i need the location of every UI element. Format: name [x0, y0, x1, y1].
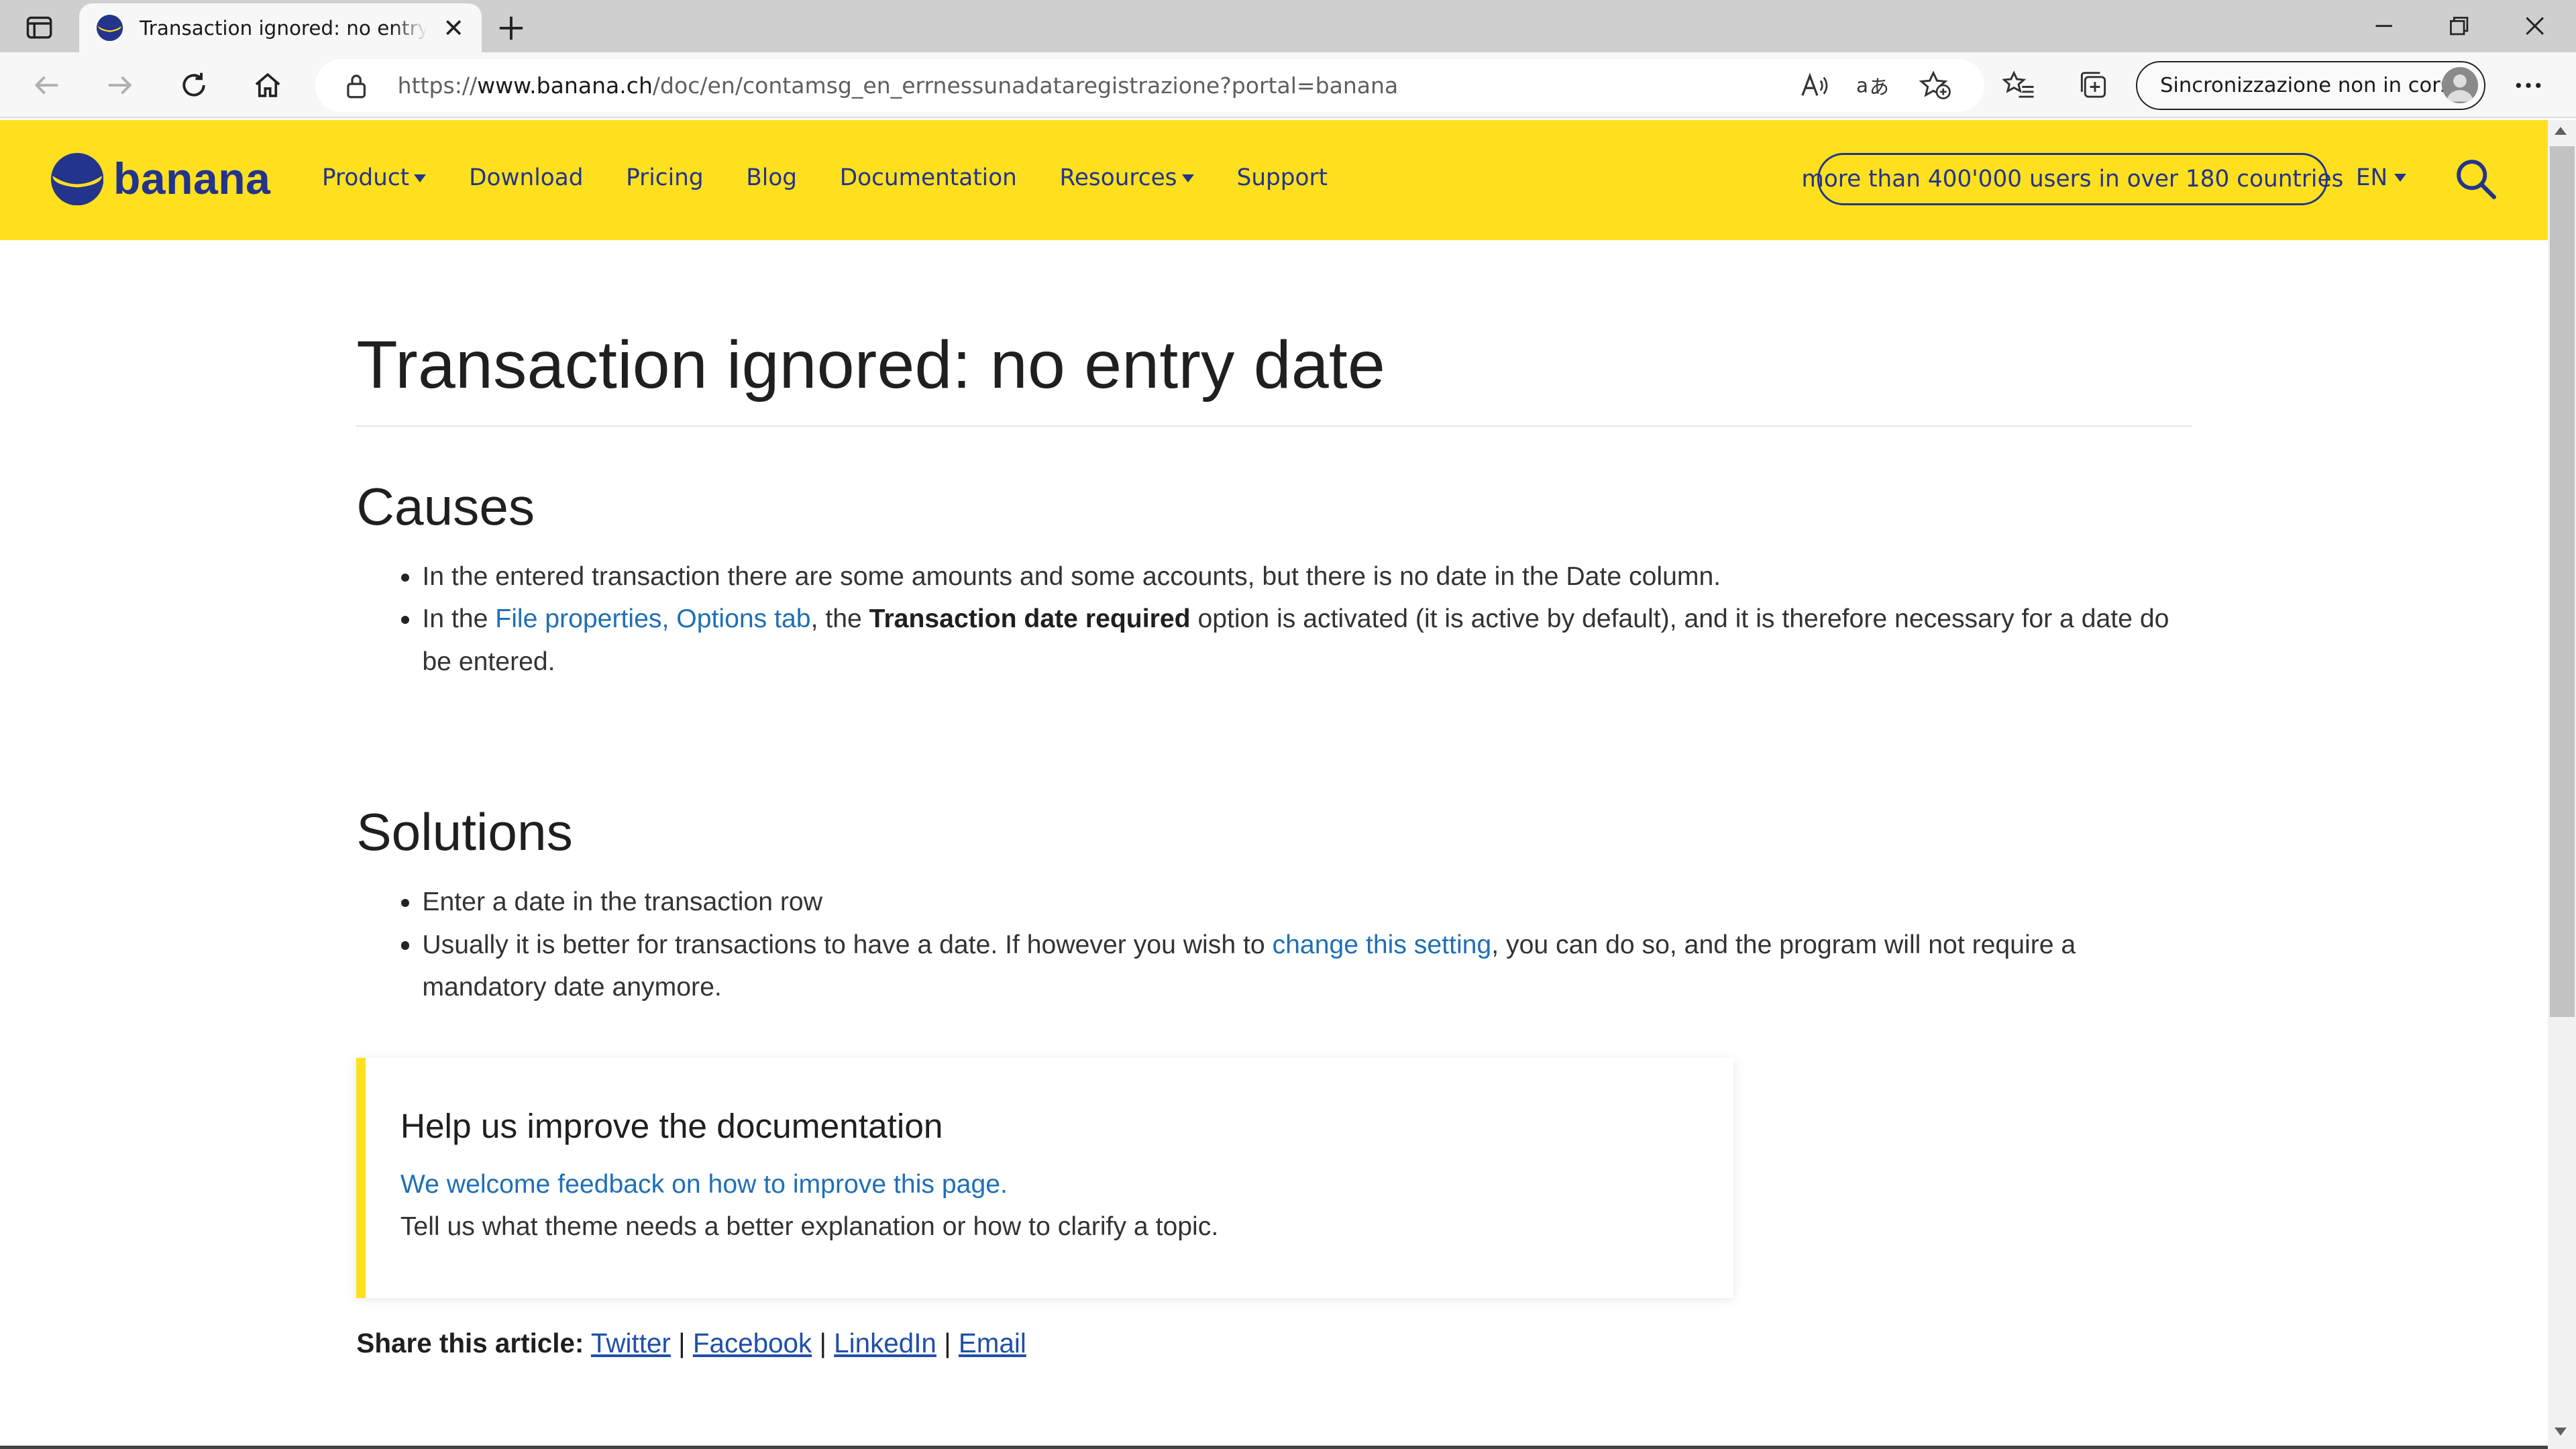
share-label: Share this article: [356, 1327, 584, 1358]
feedback-text: Tell us what theme needs a better explan… [400, 1212, 1219, 1242]
home-icon[interactable] [248, 66, 288, 105]
nav-resources-label: Resources [1059, 164, 1177, 191]
nav-documentation-label: Documentation [839, 164, 1017, 191]
page-title: Transaction ignored: no entry date [356, 327, 1386, 403]
scroll-down-icon[interactable] [2555, 1428, 2567, 1436]
solution-1-text: Enter a date in the transaction row [422, 887, 823, 916]
url-text[interactable]: https://www.banana.ch/doc/en/contamsg_en… [398, 72, 1399, 99]
refresh-icon[interactable] [174, 66, 214, 105]
svg-text:あ: あ [1870, 76, 1889, 99]
sync-status-button[interactable]: Sincronizzazione non in corso [2135, 60, 2486, 111]
tab-title: Transaction ignored: no entry date [140, 16, 427, 40]
share-separator: | [678, 1327, 686, 1358]
solution-2-text-start: Usually it is better for transactions to… [422, 930, 1273, 959]
browser-tab-active[interactable]: Transaction ignored: no entry date [78, 3, 482, 53]
nav-support[interactable]: Support [1237, 164, 1328, 191]
banana-logo[interactable]: banana [50, 152, 271, 206]
restore-icon[interactable] [2422, 0, 2498, 52]
nav-product[interactable]: Product [322, 164, 427, 191]
list-item: Usually it is better for transactions to… [400, 924, 2192, 1009]
lock-icon[interactable] [345, 72, 368, 99]
feedback-link[interactable]: We welcome feedback on how to improve th… [400, 1170, 1008, 1199]
article-content: Transaction ignored: no entry date Cause… [356, 240, 2192, 1009]
more-options-icon[interactable] [2510, 67, 2546, 103]
profile-avatar-icon [2441, 66, 2478, 103]
language-selector[interactable]: EN [2356, 164, 2406, 191]
search-icon[interactable] [2455, 158, 2498, 201]
nav-pricing[interactable]: Pricing [626, 164, 704, 191]
option-name: Transaction date required [869, 604, 1191, 634]
causes-list: In the entered transaction there are som… [400, 555, 2192, 684]
users-pill-button[interactable]: more than 400'000 users in over 180 coun… [1801, 152, 2343, 206]
cause-1-text: In the entered transaction there are som… [422, 561, 1721, 591]
nav-support-label: Support [1236, 164, 1328, 191]
nav-product-label: Product [322, 164, 410, 191]
share-email-link[interactable]: Email [959, 1328, 1026, 1358]
feedback-title: Help us improve the documentation [400, 1106, 943, 1146]
cause-2-text-start: In the [422, 604, 496, 634]
site-header: banana Product Download Pricing Blog Doc… [0, 119, 2548, 240]
list-item: In the entered transaction there are som… [400, 555, 2192, 598]
forward-icon[interactable] [100, 66, 140, 105]
new-tab-icon[interactable] [493, 10, 529, 46]
minimize-icon[interactable] [2346, 0, 2422, 52]
main-nav: Product Download Pricing Blog Documentat… [322, 164, 1371, 191]
translate-icon[interactable]: aあ [1856, 70, 1889, 100]
nav-download[interactable]: Download [469, 164, 583, 191]
language-label: EN [2355, 164, 2388, 191]
cause-2-text-mid: , the [810, 604, 869, 634]
banana-logo-icon [50, 152, 104, 206]
list-item: In the File properties, Options tab, the… [400, 598, 2192, 683]
svg-text:a: a [1856, 74, 1868, 97]
share-bar: Share this article: Twitter | Facebook |… [356, 1328, 1026, 1359]
share-separator: | [944, 1327, 951, 1358]
close-window-icon[interactable] [2497, 0, 2573, 52]
title-divider [356, 425, 2192, 427]
logo-text: banana [113, 154, 271, 204]
favorites-icon[interactable] [2001, 67, 2037, 103]
banana-favicon-icon [97, 15, 123, 42]
browser-toolbar: https://www.banana.ch/doc/en/contamsg_en… [0, 52, 2576, 119]
tab-actions-icon[interactable] [16, 10, 62, 46]
url-host: www.banana.ch [477, 72, 653, 99]
change-setting-link[interactable]: change this setting [1273, 930, 1492, 959]
share-separator: | [819, 1327, 826, 1358]
window-bottom-border [0, 1446, 2548, 1449]
share-facebook-link[interactable]: Facebook [693, 1328, 812, 1358]
read-aloud-icon[interactable] [1797, 70, 1830, 100]
chevron-down-icon [414, 174, 427, 182]
nav-blog-label: Blog [746, 164, 798, 191]
file-properties-link[interactable]: File properties, Options tab [495, 604, 810, 633]
nav-blog[interactable]: Blog [746, 164, 797, 191]
scroll-up-icon[interactable] [2555, 126, 2567, 135]
sync-label: Sincronizzazione non in corso [2159, 73, 2464, 97]
chevron-down-icon [1181, 174, 1194, 182]
causes-heading: Causes [356, 476, 535, 536]
feedback-box: Help us improve the documentation We wel… [356, 1058, 1733, 1298]
chevron-down-icon [2394, 173, 2406, 182]
back-icon[interactable] [26, 66, 66, 105]
collections-icon[interactable] [2075, 67, 2111, 103]
nav-pricing-label: Pricing [626, 164, 704, 191]
list-item: Enter a date in the transaction row [400, 881, 2192, 924]
nav-download-label: Download [469, 164, 584, 191]
share-linkedin-link[interactable]: LinkedIn [834, 1328, 936, 1358]
browser-tab-strip: Transaction ignored: no entry date [0, 0, 2576, 53]
scrollbar-thumb[interactable] [2549, 146, 2575, 1017]
nav-documentation[interactable]: Documentation [840, 164, 1017, 191]
address-bar[interactable]: https://www.banana.ch/doc/en/contamsg_en… [315, 59, 1985, 112]
solutions-list: Enter a date in the transaction row Usua… [400, 881, 2192, 1009]
url-path: /doc/en/contamsg_en_errnessunadataregist… [652, 72, 1399, 99]
close-tab-icon[interactable] [442, 16, 465, 39]
share-twitter-link[interactable]: Twitter [591, 1328, 671, 1358]
url-prefix: https:// [397, 72, 478, 99]
nav-resources[interactable]: Resources [1060, 164, 1194, 191]
solutions-heading: Solutions [356, 802, 573, 861]
add-favorite-icon[interactable] [1919, 70, 1951, 100]
